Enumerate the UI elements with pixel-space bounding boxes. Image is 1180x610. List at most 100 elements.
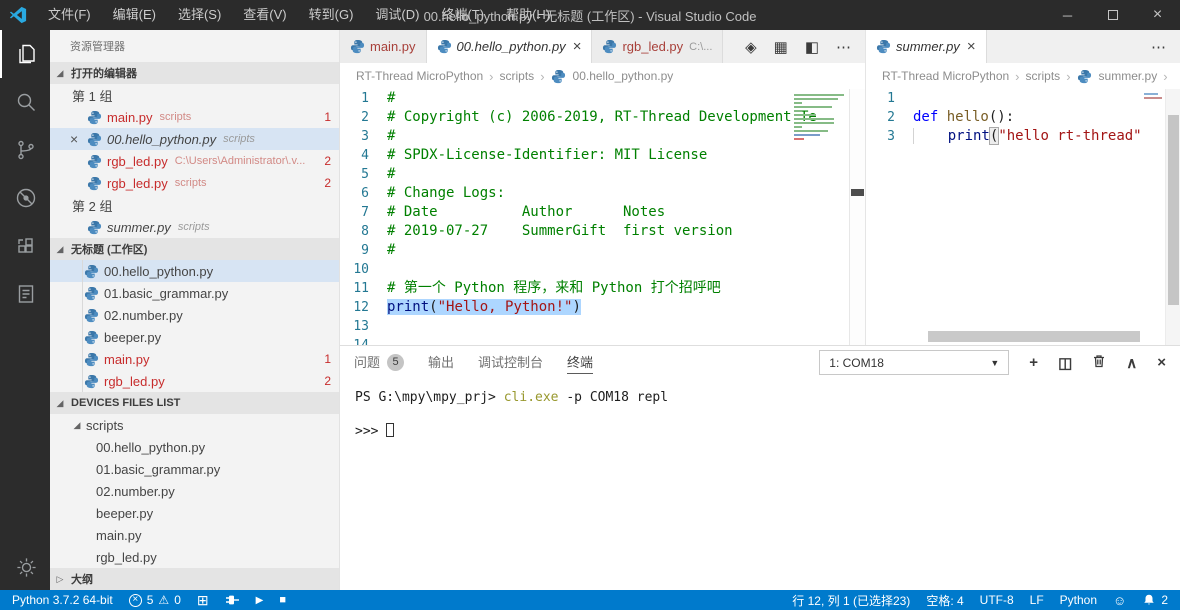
status-notifications[interactable]: 2 [1134,590,1176,610]
menu-item[interactable]: 查看(V) [232,0,297,30]
workspace-file-item[interactable]: beeper.py [50,326,339,348]
status-run-button[interactable]: ▶ [248,590,272,610]
minimap[interactable] [792,92,848,142]
close-icon[interactable]: × [70,131,87,147]
section-label: 无标题 (工作区) [71,241,147,257]
status-eol[interactable]: LF [1022,590,1052,610]
terminal-select[interactable]: 1: COM18 ▼ [819,350,1009,375]
maximize-button[interactable] [1090,0,1135,30]
code-line: 12print("Hello, Python!") [340,298,865,317]
device-file-item[interactable]: beeper.py [50,502,339,524]
section-header-open-editors[interactable]: ◢打开的编辑器 [50,62,339,84]
workspace-file-item[interactable]: 02.number.py [50,304,339,326]
panel-tab[interactable]: 问题5 [354,346,404,379]
overview-ruler[interactable] [849,89,865,345]
split-terminal-icon[interactable]: ◫ [1058,354,1072,372]
breadcrumb-item[interactable]: RT-Thread MicroPython [882,69,1009,83]
more-actions-icon[interactable]: ⋯ [1151,38,1166,56]
tab-bar-left: main.py 00.hello_python.py×rgb_led.pyC:\.… [340,30,865,63]
open-editor-item[interactable]: rgb_led.pyscripts2 [50,172,339,194]
device-file-item[interactable]: 02.number.py [50,480,339,502]
device-file-item[interactable]: 00.hello_python.py [50,436,339,458]
breadcrumb-item[interactable]: 00.hello_python.py [573,69,674,83]
status-problems[interactable]: × 5 ⚠ 0 [121,590,189,610]
open-preview-icon[interactable]: ▦ [774,38,788,56]
workspace-file-item[interactable]: 00.hello_python.py [50,260,339,282]
breadcrumb-item[interactable]: scripts [1026,69,1061,83]
section-header-outline[interactable]: ▷大纲 [50,568,339,590]
open-editor-item[interactable]: ×00.hello_python.pyscripts [50,128,339,150]
activity-source-control-icon[interactable] [0,126,50,174]
device-file-item[interactable]: rgb_led.py [50,546,339,568]
activity-extensions-icon[interactable] [0,222,50,270]
status-encoding[interactable]: UTF-8 [972,590,1022,610]
section-header-workspace[interactable]: ◢无标题 (工作区) [50,238,339,260]
workspace-file-item[interactable]: 01.basic_grammar.py [50,282,339,304]
editor-tab[interactable]: main.py [340,30,427,63]
activity-notebook-icon[interactable] [0,270,50,318]
menu-item[interactable]: 转到(G) [298,0,365,30]
menu-item[interactable]: 编辑(E) [102,0,167,30]
code-editor-left[interactable]: 1#2# Copyright (c) 2006-2019, RT-Thread … [340,89,865,345]
workspace-file-item[interactable]: main.py1 [50,348,339,370]
section-header-devices[interactable]: ◢DEVICES FILES LIST [50,392,339,414]
menu-item[interactable]: 文件(F) [37,0,102,30]
horizontal-scrollbar[interactable] [928,331,1140,342]
status-cursor-position[interactable]: 行 12, 列 1 (已选择23) [784,590,918,610]
activity-explorer-icon[interactable] [0,30,50,78]
code-text: def hello(): [913,108,1014,127]
status-indentation[interactable]: 空格: 4 [918,590,971,610]
line-number: 11 [340,279,387,298]
vertical-scrollbar[interactable] [1165,89,1180,345]
status-python-version[interactable]: Python 3.7.2 64-bit [4,590,121,610]
open-editor-item[interactable]: summer.pyscripts [50,216,339,238]
editor-tab[interactable]: summer.py× [866,30,987,63]
panel-tab[interactable]: 输出 [428,346,454,379]
panel-tab[interactable]: 终端 [567,346,593,379]
status-stop-button[interactable]: ■ [271,590,294,610]
open-editor-item[interactable]: main.pyscripts1 [50,106,339,128]
menu-item[interactable]: 调试(D) [364,0,430,30]
code-editor-right[interactable]: 12def hello():3 print("hello rt-thread" [866,89,1180,345]
status-feedback-button[interactable]: ☺ [1105,590,1134,610]
status-language-mode[interactable]: Python [1052,590,1105,610]
breadcrumb-item[interactable]: scripts [500,69,535,83]
status-sync-button[interactable]: ⊞ [189,590,217,610]
chevron-right-icon: › [540,69,544,84]
new-terminal-icon[interactable]: + [1029,354,1038,371]
maximize-panel-icon[interactable]: ∧ [1126,354,1137,372]
device-file-item[interactable]: main.py [50,524,339,546]
close-panel-icon[interactable]: × [1157,354,1166,371]
tab-label: rgb_led.py [622,39,683,54]
breadcrumb-item[interactable]: summer.py [1099,69,1158,83]
python-icon [551,69,566,84]
tab-label: main.py [370,39,416,54]
status-connect-device-button[interactable] [217,590,248,610]
tab-close-icon[interactable]: × [967,39,976,54]
device-folder-row[interactable]: ◢scripts [50,414,339,436]
workspace-file-item[interactable]: rgb_led.py2 [50,370,339,392]
terminal-output[interactable]: PS G:\mpy\mpy_prj> cli.exe -p COM18 repl… [340,379,1180,590]
editor-tab[interactable]: 00.hello_python.py× [427,30,593,63]
minimize-button[interactable]: ─ [1045,0,1090,30]
panel-tab[interactable]: 调试控制台 [478,346,543,379]
settings-gear-icon[interactable] [0,544,50,590]
run-diamond-icon[interactable]: ◈ [745,38,757,56]
open-editor-item[interactable]: rgb_led.pyC:\Users\Administrator\.v...2 [50,150,339,172]
device-file-item[interactable]: 01.basic_grammar.py [50,458,339,480]
code-token: # Change Logs: [387,185,505,201]
split-editor-icon[interactable]: ◧ [805,38,819,56]
tab-close-icon[interactable]: × [573,39,582,54]
editor-tab[interactable]: rgb_led.pyC:\... [592,30,723,63]
breadcrumb-item[interactable]: RT-Thread MicroPython [356,69,483,83]
more-actions-icon[interactable]: ⋯ [836,38,851,56]
file-name: beeper.py [104,330,161,345]
warning-icon: ⚠ [158,593,169,607]
close-button[interactable]: × [1135,0,1180,30]
menu-item[interactable]: 选择(S) [167,0,232,30]
file-name: main.py [104,352,150,367]
kill-terminal-icon[interactable] [1092,354,1106,372]
activity-search-icon[interactable] [0,78,50,126]
terminal-text: PS G:\mpy\mpy_prj> [355,390,504,405]
activity-debug-icon[interactable] [0,174,50,222]
